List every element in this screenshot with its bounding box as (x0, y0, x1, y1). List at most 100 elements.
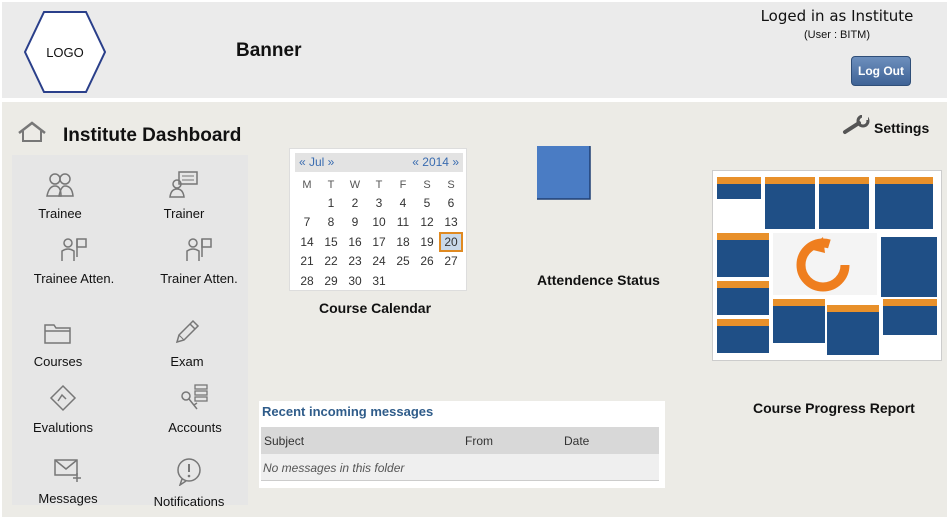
attendance-caption: Attendence Status (537, 272, 660, 288)
calendar-day[interactable]: 2 (343, 193, 367, 213)
sidebar-item-trainer-attendance[interactable]: Trainer Atten. (150, 235, 248, 286)
calendar-day (415, 271, 439, 291)
pencil-icon (137, 318, 237, 351)
home-icon[interactable] (17, 121, 47, 148)
calendar-week: 123456 (295, 193, 463, 213)
weekday-label: T (327, 178, 335, 191)
calendar-day[interactable]: 16 (343, 232, 367, 252)
calendar-day[interactable]: 30 (343, 271, 367, 291)
trainee-attendance-icon (25, 235, 123, 268)
weekday-label: F (399, 178, 407, 191)
login-status: Loged in as Institute (760, 7, 914, 25)
messages-empty-row: No messages in this folder (261, 454, 659, 481)
calendar-day[interactable]: 9 (343, 213, 367, 233)
messages-panel: Recent incoming messages Subject From Da… (259, 401, 665, 488)
calendar-day[interactable]: 13 (439, 213, 463, 233)
calendar-day[interactable]: 25 (391, 252, 415, 272)
sidebar-item-courses[interactable]: Courses (8, 320, 108, 369)
calendar-day[interactable]: 26 (415, 252, 439, 272)
column-date[interactable]: Date (564, 434, 589, 448)
logo-text: LOGO (46, 44, 84, 60)
calendar-day[interactable]: 11 (391, 213, 415, 233)
calendar-grid: M T W T F S S 1 2 3 4 5 6 7 8 9 10 11 12 13 14 15 16 17 1… (295, 176, 463, 291)
sidebar-item-evaluations[interactable]: Evalutions (13, 384, 113, 435)
calendar-day[interactable]: 23 (343, 252, 367, 272)
column-subject[interactable]: Subject (264, 434, 304, 448)
calendar-week: 28 29 30 31 (295, 271, 463, 291)
alert-icon (139, 458, 239, 491)
calendar-day (295, 193, 319, 213)
calendar-day[interactable]: 7 (295, 213, 319, 233)
sidebar-item-label: Messages (38, 491, 98, 506)
messages-title: Recent incoming messages (262, 404, 434, 419)
calendar-day[interactable]: 1 (319, 193, 343, 213)
sidebar-item-label: Trainer Atten. (160, 271, 238, 286)
users-icon (10, 170, 110, 203)
calendar-day (439, 271, 463, 291)
sidebar-item-label: Trainer (163, 206, 205, 221)
calendar-day[interactable]: 24 (367, 252, 391, 272)
calendar-month-nav[interactable]: « Jul » (299, 155, 334, 169)
sidebar-item-label: Evalutions (33, 420, 93, 435)
sidebar-item-label: Trainee (38, 206, 82, 221)
weekday-label: S (447, 178, 455, 191)
report-caption: Course Progress Report (753, 400, 915, 416)
calendar-caption: Course Calendar (319, 300, 432, 316)
evaluation-icon (13, 384, 113, 417)
calendar-day[interactable]: 31 (367, 271, 391, 291)
logout-button[interactable]: Log Out (851, 56, 911, 86)
calendar-day[interactable]: 27 (439, 252, 463, 272)
calendar-day[interactable]: 10 (367, 213, 391, 233)
trainer-icon (134, 170, 234, 203)
banner-title: Banner (236, 40, 302, 61)
sidebar-item-label: Accounts (168, 420, 222, 435)
sidebar-item-accounts[interactable]: Accounts (145, 384, 245, 435)
calendar-day[interactable]: 3 (367, 193, 391, 213)
attendance-slice (487, 96, 591, 200)
calendar-day[interactable]: 22 (319, 252, 343, 272)
calendar-day[interactable]: 14 (295, 232, 319, 252)
calendar-week: 21 22 23 24 25 26 27 (295, 252, 463, 272)
calendar-day[interactable]: 29 (319, 271, 343, 291)
calendar-day[interactable]: 19 (415, 232, 439, 252)
calendar-day[interactable]: 21 (295, 252, 319, 272)
calendar-day[interactable]: 4 (391, 193, 415, 213)
sidebar-item-trainee[interactable]: Trainee (10, 170, 110, 221)
calendar-day[interactable]: 8 (319, 213, 343, 233)
settings-link[interactable]: Settings (842, 114, 930, 140)
course-progress-image[interactable] (712, 170, 942, 361)
trainer-attendance-icon (150, 235, 248, 268)
calendar-year-nav[interactable]: « 2014 » (412, 155, 459, 169)
weekday-label: W (349, 178, 361, 191)
weekday-label: T (375, 178, 383, 191)
calendar-day[interactable]: 6 (439, 193, 463, 213)
calendar-day (391, 271, 415, 291)
sidebar-item-label: Courses (33, 354, 83, 369)
calendar-day[interactable]: 18 (391, 232, 415, 252)
user-label: (User : BITM) (804, 29, 870, 41)
settings-label: Settings (874, 119, 930, 136)
wrench-icon (842, 114, 870, 140)
calendar-day[interactable]: 5 (415, 193, 439, 213)
column-from[interactable]: From (465, 434, 493, 448)
sidebar-item-messages[interactable]: Messages (18, 457, 118, 506)
empty-message: No messages in this folder (263, 461, 405, 475)
page-title: Institute Dashboard (63, 125, 242, 146)
sidebar-item-exam[interactable]: Exam (137, 318, 237, 369)
calendar-day[interactable]: 17 (367, 232, 391, 252)
folder-icon (8, 320, 108, 351)
calendar-week: 7 8 9 10 11 12 13 (295, 213, 463, 233)
calendar-day[interactable]: 28 (295, 271, 319, 291)
attendance-chart[interactable] (487, 96, 643, 257)
sidebar-item-trainee-attendance[interactable]: Trainee Atten. (25, 235, 123, 286)
envelope-icon (18, 457, 118, 488)
calendar-day[interactable]: 15 (319, 232, 343, 252)
course-calendar: « Jul » « 2014 » M T W T F S S 123456789… (289, 148, 467, 291)
weekday-label: S (423, 178, 431, 191)
calendar-day[interactable]: 20 (439, 232, 463, 252)
sidebar-item-trainer[interactable]: Trainer (134, 170, 234, 221)
sidebar-item-notifications[interactable]: Notifications (139, 458, 239, 509)
sidebar: Trainee Trainer Trainee Atten. Trainer A… (10, 155, 248, 509)
messages-table-header: Subject From Date (261, 427, 659, 454)
calendar-day[interactable]: 12 (415, 213, 439, 233)
